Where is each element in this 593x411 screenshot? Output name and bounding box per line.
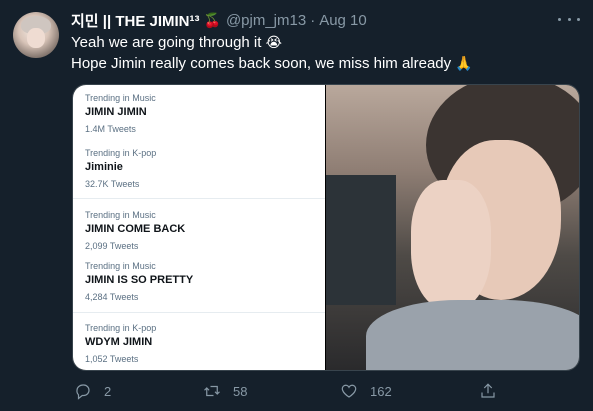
pray-emoji: 🙏 bbox=[455, 55, 473, 71]
tweet-text-line-1: Yeah we are going through it 😭 bbox=[71, 32, 576, 53]
photo[interactable] bbox=[326, 85, 579, 370]
more-dots-icon[interactable] bbox=[558, 10, 580, 28]
photo-shirt bbox=[366, 300, 579, 370]
tweet-date[interactable]: Aug 10 bbox=[319, 12, 367, 29]
trend-name: Jiminie bbox=[85, 161, 123, 173]
trend-name: WDYM JIMIN bbox=[85, 336, 153, 348]
like-button[interactable]: 162 bbox=[340, 378, 392, 404]
tweet-media[interactable]: Trending in Music JIMIN JIMIN 1.4M Tweet… bbox=[72, 84, 580, 371]
trends-screenshot[interactable]: Trending in Music JIMIN JIMIN 1.4M Tweet… bbox=[73, 85, 325, 370]
trend-category: Trending in K-pop bbox=[85, 323, 157, 333]
trend-count: 32.7K Tweets bbox=[85, 179, 140, 189]
trend-category: Trending in Music bbox=[85, 93, 156, 103]
trend-count: 2,099 Tweets bbox=[85, 241, 139, 251]
retweet-icon bbox=[204, 385, 220, 397]
trend-divider bbox=[73, 312, 325, 313]
heart-icon bbox=[341, 384, 357, 398]
tweet-text: Yeah we are going through it 😭 Hope Jimi… bbox=[71, 32, 576, 74]
trend-category: Trending in K-pop bbox=[85, 148, 157, 158]
tweet-line-2: Hope Jimin really comes back soon, we mi… bbox=[71, 55, 452, 72]
separator-dot: · bbox=[310, 11, 316, 29]
avatar[interactable] bbox=[13, 12, 59, 58]
reply-count: 2 bbox=[104, 383, 112, 399]
trend-count: 1.4M Tweets bbox=[85, 124, 136, 134]
sob-emoji: 😭 bbox=[265, 34, 282, 50]
more-dot bbox=[558, 17, 561, 21]
retweet-button[interactable]: 58 bbox=[203, 378, 247, 404]
share-button[interactable] bbox=[479, 378, 497, 404]
photo-hand bbox=[411, 180, 491, 310]
display-name[interactable]: 지민 || THE JIMIN¹³ bbox=[71, 10, 200, 31]
more-dot bbox=[567, 17, 571, 21]
trend-name: JIMIN COME BACK bbox=[85, 223, 186, 235]
avatar-face bbox=[27, 28, 45, 48]
retweet-count: 58 bbox=[233, 383, 248, 399]
tweet-line-1: Yeah we are going through it bbox=[71, 34, 262, 51]
trend-count: 4,284 Tweets bbox=[85, 292, 139, 302]
cherry-emoji: 🍒 bbox=[203, 11, 221, 28]
tweet-text-line-2: Hope Jimin really comes back soon, we mi… bbox=[71, 53, 576, 74]
trend-name: JIMIN JIMIN bbox=[85, 106, 147, 118]
reply-button[interactable]: 2 bbox=[74, 378, 111, 404]
trend-divider bbox=[73, 198, 325, 199]
user-handle[interactable]: @pjm_jm13 bbox=[226, 12, 306, 29]
share-icon bbox=[481, 383, 495, 398]
trend-name: JIMIN IS SO PRETTY bbox=[85, 274, 194, 286]
tweet-header: 지민 || THE JIMIN¹³ 🍒 @pjm_jm13 · Aug 10 bbox=[71, 10, 367, 30]
photo-window bbox=[326, 175, 396, 305]
trend-category: Trending in Music bbox=[85, 261, 156, 271]
trend-count: 1,052 Tweets bbox=[85, 354, 139, 364]
tweet-actions: 2 58 162 bbox=[72, 378, 578, 404]
trend-category: Trending in Music bbox=[85, 210, 156, 220]
reply-icon bbox=[76, 384, 90, 400]
like-count: 162 bbox=[370, 383, 392, 399]
more-dot bbox=[577, 17, 580, 21]
